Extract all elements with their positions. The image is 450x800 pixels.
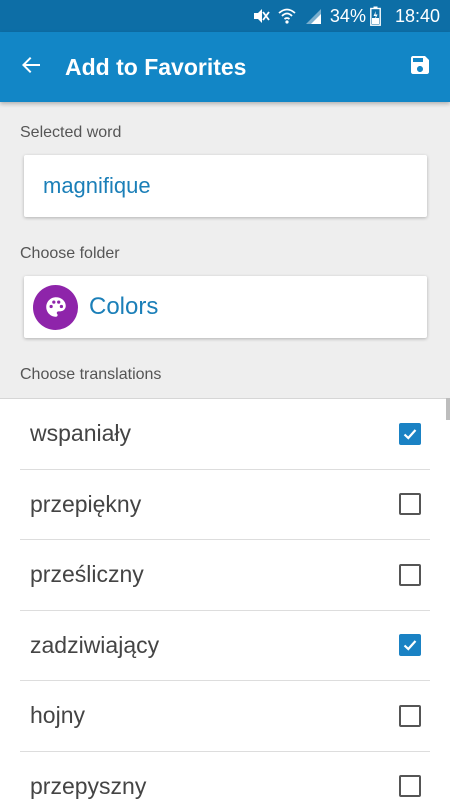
translation-checkbox[interactable]: [399, 493, 421, 516]
form-section: Selected word magnifique Choose folder C…: [0, 102, 450, 398]
translation-item[interactable]: prześliczny: [20, 540, 430, 611]
selected-word-label: Selected word: [20, 124, 122, 141]
folder-name: Colors: [89, 293, 159, 320]
back-button[interactable]: [0, 32, 62, 102]
translation-label: wspaniały: [30, 420, 131, 447]
translation-label: hojny: [30, 702, 85, 729]
translation-checkbox[interactable]: [399, 563, 421, 586]
folder-selector[interactable]: Colors: [24, 276, 427, 338]
palette-icon: [33, 284, 78, 330]
save-button[interactable]: [390, 32, 450, 102]
mute-icon: [252, 7, 270, 25]
translation-item[interactable]: wspaniały: [20, 399, 430, 470]
translation-checkbox[interactable]: [399, 704, 421, 727]
choose-translations-label: Choose translations: [20, 366, 162, 383]
app-bar: Add to Favorites: [0, 32, 450, 102]
status-bar: 34% 18:40: [0, 0, 450, 32]
translation-label: przepyszny: [30, 772, 147, 799]
scrollbar[interactable]: [446, 398, 450, 420]
choose-folder-label: Choose folder: [20, 245, 120, 262]
translations-list: wspaniały przepiękny prześliczny zadziwi…: [0, 398, 450, 800]
battery-percentage: 34%: [329, 5, 366, 26]
wifi-icon: [278, 7, 296, 25]
translation-item[interactable]: zadziwiający: [20, 611, 430, 681]
translation-label: zadziwiający: [30, 631, 160, 658]
translation-item[interactable]: hojny: [20, 681, 430, 752]
translation-checkbox[interactable]: [399, 634, 421, 657]
signal-icon: [304, 7, 322, 25]
translation-checkbox[interactable]: [399, 775, 421, 798]
clock: 18:40: [394, 5, 440, 26]
selected-word-value: magnifique: [43, 173, 151, 198]
selected-word-card: magnifique: [24, 155, 427, 217]
translation-item[interactable]: przepiękny: [20, 470, 430, 540]
arrow-back-icon: [19, 53, 43, 82]
translation-item[interactable]: przepyszny: [20, 752, 430, 800]
battery-icon: [370, 6, 381, 26]
translation-label: przepiękny: [30, 490, 142, 517]
translation-label: prześliczny: [30, 561, 144, 588]
page-title: Add to Favorites: [65, 53, 247, 80]
translation-checkbox[interactable]: [399, 422, 421, 445]
save-icon: [408, 53, 432, 82]
